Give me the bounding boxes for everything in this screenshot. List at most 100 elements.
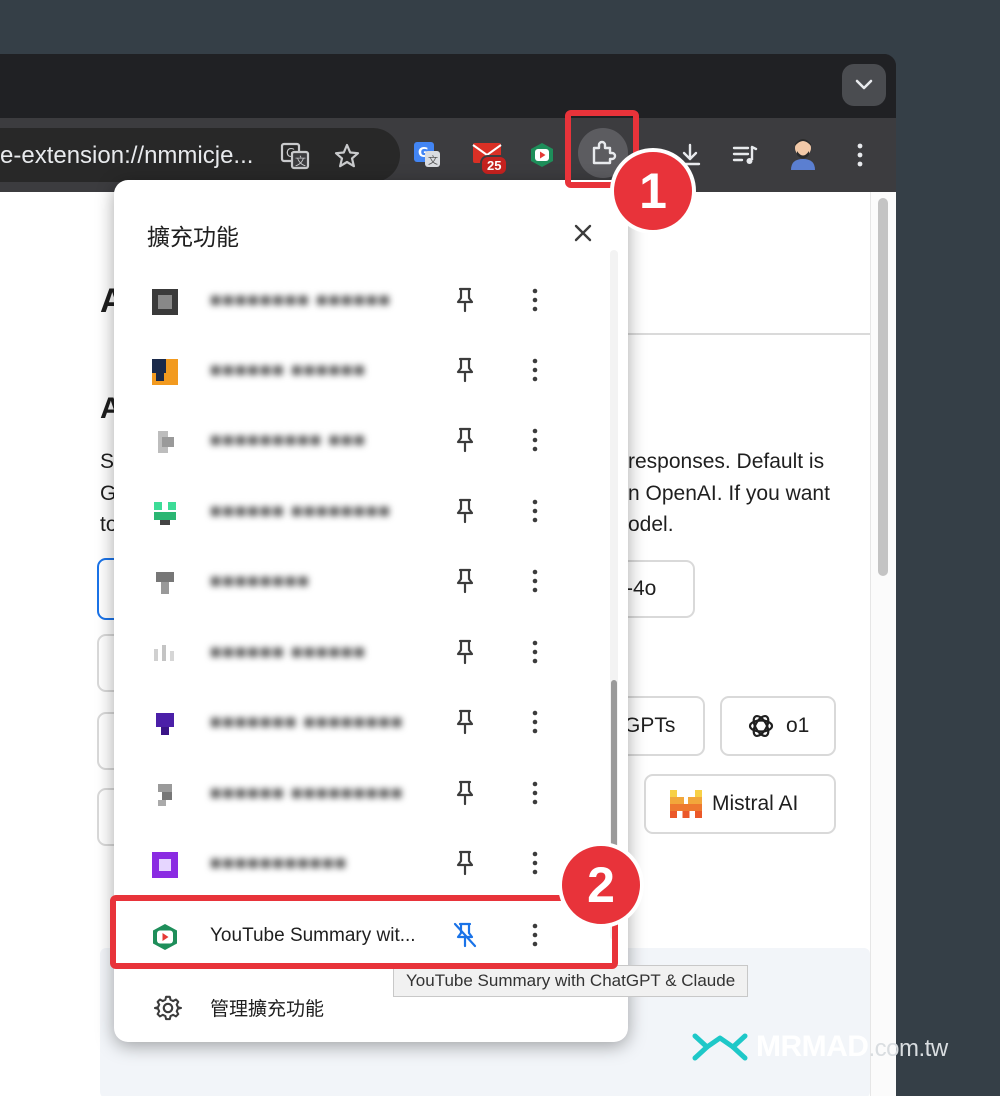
extension-row[interactable]: ■■■■■■■■■■■ xyxy=(114,828,628,898)
pin-icon xyxy=(456,357,474,383)
mistral-logo-icon xyxy=(670,790,702,818)
profile-avatar[interactable] xyxy=(786,136,820,170)
pin-icon xyxy=(456,568,474,594)
more-options-button[interactable] xyxy=(520,846,550,880)
more-vertical-icon xyxy=(532,851,538,875)
manage-extensions-label: 管理擴充功能 xyxy=(210,999,325,1020)
more-vertical-icon xyxy=(532,640,538,664)
description-line: n OpenAI. If you want xyxy=(628,482,830,505)
text-fragment-prefix: S xyxy=(100,450,115,473)
extension-name: ■■■■■■ ■■■■■■ xyxy=(210,360,366,381)
google-translate-extension-icon[interactable]: G文 xyxy=(410,138,444,172)
watermark-suffix: .com.tw xyxy=(868,1035,948,1062)
more-vertical-icon xyxy=(532,288,538,312)
translate-icon[interactable]: G文 xyxy=(279,140,311,172)
youtube-summary-toolbar-icon[interactable] xyxy=(527,140,557,170)
extension-icon xyxy=(158,431,174,453)
extension-row[interactable]: ■■■■■■ ■■■■■■ xyxy=(114,335,628,405)
bookmark-star-icon[interactable] xyxy=(331,140,363,172)
tooltip: YouTube Summary with ChatGPT & Claude xyxy=(393,965,749,997)
pin-button[interactable] xyxy=(450,423,480,457)
pin-button[interactable] xyxy=(450,353,480,387)
pin-button[interactable] xyxy=(450,494,480,528)
extension-row[interactable]: ■■■■■■■■ ■■■■■■ xyxy=(114,265,628,335)
model-option-o1[interactable]: o1 xyxy=(720,696,836,756)
close-button[interactable] xyxy=(566,216,600,250)
extension-row[interactable]: ■■■■■■■■ xyxy=(114,546,628,616)
pin-button[interactable] xyxy=(450,283,480,317)
model-option-mistral[interactable]: Mistral AI xyxy=(644,774,836,834)
more-options-button[interactable] xyxy=(520,705,550,739)
extension-row[interactable]: ■■■■■■■■■ ■■■ xyxy=(114,405,628,475)
extension-name: ■■■■■■ ■■■■■■■■ xyxy=(210,501,391,522)
mail-badge-count: 25 xyxy=(480,155,509,176)
tab-strip xyxy=(0,54,896,118)
more-options-button[interactable] xyxy=(520,353,550,387)
watermark-brand: MRMAD xyxy=(756,1030,869,1063)
more-vertical-icon xyxy=(532,428,538,452)
extension-icon xyxy=(156,572,174,594)
pin-button[interactable] xyxy=(450,776,480,810)
pin-icon xyxy=(456,498,474,524)
extension-name: ■■■■■■■■ ■■■■■■ xyxy=(210,290,391,311)
extension-row[interactable]: ■■■■■■ ■■■■■■■■■ xyxy=(114,758,628,828)
popup-title: 擴充功能 xyxy=(147,224,239,250)
extension-name: ■■■■■■ ■■■■■■ xyxy=(210,642,366,663)
extension-icon xyxy=(152,359,178,385)
description-line: responses. Default is xyxy=(628,450,825,473)
annotation-step-2: 2 xyxy=(558,842,644,928)
more-vertical-icon xyxy=(532,710,538,734)
pin-icon xyxy=(456,639,474,665)
extension-icon xyxy=(154,502,176,525)
extension-row[interactable]: ■■■■■■■ ■■■■■■■■ xyxy=(114,687,628,757)
pin-icon xyxy=(456,780,474,806)
extension-name: ■■■■■■■■■ ■■■ xyxy=(210,430,366,451)
extension-row[interactable]: ■■■■■■ ■■■■■■■■ xyxy=(114,476,628,546)
mail-extension-icon[interactable]: 25 xyxy=(470,136,510,176)
annotation-step-1: 1 xyxy=(610,148,696,234)
extension-name: ■■■■■■■■■■■ xyxy=(210,853,348,874)
more-options-button[interactable] xyxy=(520,283,550,317)
extension-icon xyxy=(156,713,174,735)
pin-button[interactable] xyxy=(450,705,480,739)
watermark: MRMAD.com.tw xyxy=(692,1030,948,1064)
extension-icon xyxy=(152,289,178,315)
more-options-button[interactable] xyxy=(520,494,550,528)
model-label: o1 xyxy=(786,714,810,737)
extension-icon xyxy=(158,784,172,806)
pin-button[interactable] xyxy=(450,564,480,598)
divider xyxy=(628,333,870,335)
close-icon xyxy=(574,224,592,242)
more-options-button[interactable] xyxy=(520,635,550,669)
address-bar-url: e-extension://nmmicje... xyxy=(0,142,254,169)
more-options-button[interactable] xyxy=(520,423,550,457)
pin-icon xyxy=(456,709,474,735)
extension-icon xyxy=(152,852,178,878)
pin-button[interactable] xyxy=(450,846,480,880)
tab-search-button[interactable] xyxy=(842,64,886,106)
pin-icon xyxy=(456,287,474,313)
more-options-button[interactable] xyxy=(520,564,550,598)
page-scrollbar-thumb[interactable] xyxy=(878,198,888,576)
svg-text:文: 文 xyxy=(295,154,306,168)
media-controls-icon[interactable] xyxy=(730,140,760,170)
more-vertical-icon xyxy=(532,358,538,382)
model-label: GPTs xyxy=(624,714,676,737)
more-options-button[interactable] xyxy=(520,776,550,810)
more-vertical-icon xyxy=(532,569,538,593)
pin-button[interactable] xyxy=(450,635,480,669)
pin-icon xyxy=(456,850,474,876)
extension-name: ■■■■■■■■ xyxy=(210,571,310,592)
model-label: -4o xyxy=(626,577,657,600)
description-line: odel. xyxy=(628,513,674,536)
mrmad-logo-icon xyxy=(692,1033,748,1061)
browser-menu-icon[interactable] xyxy=(845,140,875,170)
more-vertical-icon xyxy=(532,499,538,523)
extension-icon xyxy=(154,645,174,661)
annotation-highlight-youtube-row xyxy=(110,895,618,969)
openai-icon xyxy=(748,714,774,738)
extension-name: ■■■■■■ ■■■■■■■■■ xyxy=(210,783,404,804)
model-label: Mistral AI xyxy=(712,792,799,815)
chevron-down-icon xyxy=(855,79,873,90)
extension-row[interactable]: ■■■■■■ ■■■■■■ xyxy=(114,617,628,687)
